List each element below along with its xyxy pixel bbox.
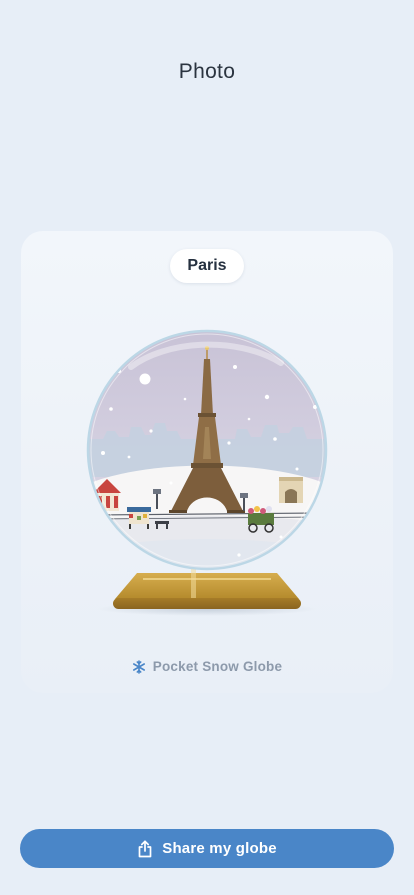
- arc-de-triomphe-icon: [279, 477, 303, 503]
- share-button-label: Share my globe: [162, 840, 277, 857]
- city-name: Paris: [187, 257, 227, 274]
- brand-label: Pocket Snow Globe: [152, 659, 283, 674]
- share-icon: [138, 839, 152, 857]
- snowflake-icon: [132, 659, 145, 674]
- snow-globe-card: Paris Pocket Snow Globe: [21, 231, 393, 693]
- brand-tag: Pocket Snow Globe: [21, 659, 393, 674]
- page-title: Photo: [178, 60, 236, 83]
- snow-globe-illustration: [86, 329, 328, 616]
- photo-screen: Photo Paris Pocket Snow Globe Share my g…: [0, 0, 414, 895]
- city-label: Paris: [170, 249, 244, 283]
- share-button[interactable]: Share my globe: [20, 829, 394, 868]
